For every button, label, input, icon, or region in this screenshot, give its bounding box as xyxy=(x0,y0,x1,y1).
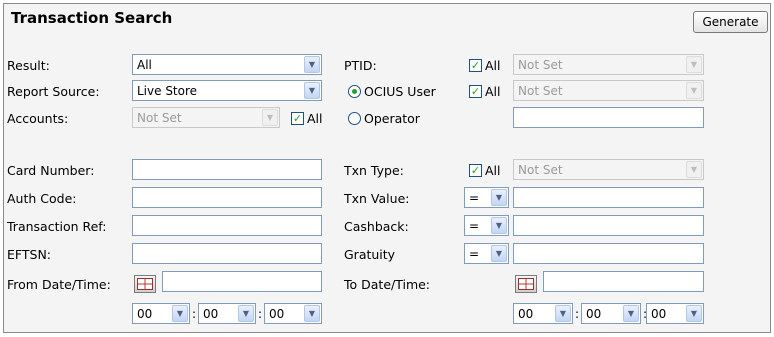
ocius-user-value: Not Set xyxy=(518,83,563,98)
transaction-ref-label: Transaction Ref: xyxy=(7,219,107,234)
ocius-user-label: OCIUS User xyxy=(364,84,436,99)
to-date-input[interactable] xyxy=(543,271,704,292)
from-datetime-label: From Date/Time: xyxy=(7,277,111,292)
auth-code-input[interactable] xyxy=(132,187,322,208)
transaction-ref-input[interactable] xyxy=(132,215,322,236)
to-datetime-label: To Date/Time: xyxy=(344,277,431,292)
to-hour-value: 00 xyxy=(518,306,534,321)
txn-value-input[interactable] xyxy=(513,187,704,208)
txn-value-label: Txn Value: xyxy=(344,191,410,206)
from-hour-value: 00 xyxy=(137,306,153,321)
cashback-input[interactable] xyxy=(513,215,704,236)
cashback-operator-select[interactable]: = ▼ xyxy=(464,215,509,236)
chevron-down-icon: ▼ xyxy=(686,82,702,99)
accounts-label: Accounts: xyxy=(7,111,69,126)
report-source-label: Report Source: xyxy=(7,84,100,99)
to-minute-value: 00 xyxy=(586,306,602,321)
accounts-all-label: All xyxy=(307,111,323,126)
chevron-down-icon: ▼ xyxy=(172,305,188,322)
chevron-down-icon: ▼ xyxy=(686,161,702,178)
ptid-all-checkbox[interactable]: ✓ xyxy=(469,59,482,72)
chevron-down-icon: ▼ xyxy=(238,305,254,322)
chevron-down-icon: ▼ xyxy=(491,189,507,206)
card-number-input[interactable] xyxy=(132,159,322,180)
cashback-operator: = xyxy=(469,218,480,233)
txn-type-label: Txn Type: xyxy=(344,163,404,178)
chevron-down-icon: ▼ xyxy=(304,305,320,322)
txn-value-operator-select[interactable]: = ▼ xyxy=(464,187,509,208)
accounts-all-checkbox[interactable]: ✓ xyxy=(291,112,304,125)
chevron-down-icon: ▼ xyxy=(262,109,278,126)
report-source-select[interactable]: Live Store ▼ xyxy=(132,80,322,101)
auth-code-label: Auth Code: xyxy=(7,191,77,206)
chevron-down-icon: ▼ xyxy=(686,305,702,322)
time-separator: : xyxy=(575,307,580,321)
chevron-down-icon: ▼ xyxy=(304,56,320,73)
radio-selected-dot xyxy=(352,89,357,94)
to-hour-select[interactable]: 00 ▼ xyxy=(513,303,573,324)
from-minute-value: 00 xyxy=(203,306,219,321)
result-label: Result: xyxy=(7,58,50,73)
generate-button[interactable]: Generate xyxy=(693,11,768,33)
chevron-down-icon: ▼ xyxy=(304,82,320,99)
transaction-search-panel: Transaction Search Generate Result: All … xyxy=(3,3,771,333)
accounts-select[interactable]: Not Set ▼ xyxy=(132,107,280,128)
ptid-value: Not Set xyxy=(518,57,563,72)
time-separator: : xyxy=(192,307,197,321)
chevron-down-icon: ▼ xyxy=(555,305,571,322)
ptid-all-label: All xyxy=(485,58,501,73)
to-second-select[interactable]: 00 ▼ xyxy=(646,303,704,324)
txn-type-value: Not Set xyxy=(518,162,563,177)
ocius-all-label: All xyxy=(485,84,501,99)
checkmark-icon: ✓ xyxy=(470,164,481,177)
eftsn-input[interactable] xyxy=(132,243,322,264)
calendar-icon[interactable] xyxy=(515,275,537,293)
ocius-user-radio[interactable] xyxy=(348,85,361,98)
chevron-down-icon: ▼ xyxy=(491,245,507,262)
result-value: All xyxy=(137,57,152,72)
operator-label: Operator xyxy=(364,111,420,126)
report-source-value: Live Store xyxy=(137,83,198,98)
txn-type-all-label: All xyxy=(485,163,501,178)
ocius-all-checkbox[interactable]: ✓ xyxy=(469,85,482,98)
gratuity-input[interactable] xyxy=(513,243,704,264)
from-hour-select[interactable]: 00 ▼ xyxy=(132,303,190,324)
time-separator: : xyxy=(258,307,263,321)
operator-input[interactable] xyxy=(513,107,704,128)
card-number-label: Card Number: xyxy=(7,163,95,178)
from-date-input[interactable] xyxy=(162,271,322,292)
page-title: Transaction Search xyxy=(11,9,173,27)
ptid-select[interactable]: Not Set ▼ xyxy=(513,54,704,75)
chevron-down-icon: ▼ xyxy=(491,217,507,234)
gratuity-operator-select[interactable]: = ▼ xyxy=(464,243,509,264)
txn-value-operator: = xyxy=(469,190,480,205)
chevron-down-icon: ▼ xyxy=(686,56,702,73)
from-minute-select[interactable]: 00 ▼ xyxy=(198,303,256,324)
checkmark-icon: ✓ xyxy=(470,59,481,72)
from-second-value: 00 xyxy=(269,306,285,321)
gratuity-operator: = xyxy=(469,246,480,261)
to-minute-select[interactable]: 00 ▼ xyxy=(581,303,641,324)
cashback-label: Cashback: xyxy=(344,219,409,234)
checkmark-icon: ✓ xyxy=(470,85,481,98)
checkmark-icon: ✓ xyxy=(292,112,303,125)
chevron-down-icon: ▼ xyxy=(623,305,639,322)
ptid-label: PTID: xyxy=(344,58,377,73)
calendar-icon[interactable] xyxy=(134,275,156,293)
to-second-value: 00 xyxy=(651,306,667,321)
from-second-select[interactable]: 00 ▼ xyxy=(264,303,322,324)
accounts-value: Not Set xyxy=(137,110,182,125)
result-select[interactable]: All ▼ xyxy=(132,54,322,75)
ocius-user-select[interactable]: Not Set ▼ xyxy=(513,80,704,101)
operator-radio[interactable] xyxy=(348,112,361,125)
txn-type-all-checkbox[interactable]: ✓ xyxy=(469,164,482,177)
txn-type-select[interactable]: Not Set ▼ xyxy=(513,159,704,180)
eftsn-label: EFTSN: xyxy=(7,247,52,262)
gratuity-label: Gratuity xyxy=(344,247,396,262)
